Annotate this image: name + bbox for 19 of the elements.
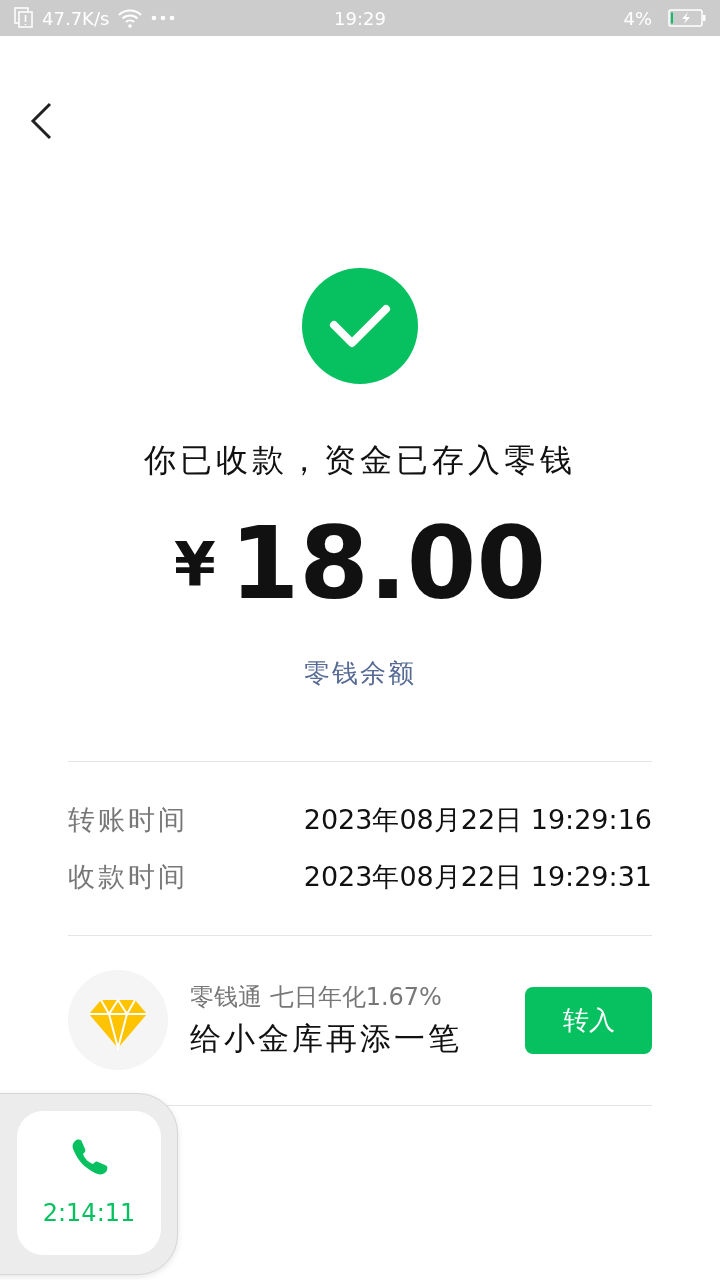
detail-label: 收款时间 (68, 859, 188, 894)
detail-value: 2023年08月22日 19:29:16 (303, 803, 652, 837)
back-icon[interactable] (30, 102, 52, 140)
currency-symbol: ¥ (173, 534, 216, 594)
notification-icon (14, 7, 34, 29)
battery-icon (668, 9, 706, 27)
transfer-in-button[interactable]: 转入 (525, 986, 652, 1054)
detail-label: 转账时间 (68, 803, 188, 837)
promo-title: 给小金库再添一笔 (190, 1018, 463, 1058)
status-message: 你已收款，资金已存入零钱 (144, 440, 576, 481)
amount: 18.00 (229, 514, 547, 614)
promo-subtitle: 零钱通 七日年化1.67% (190, 981, 443, 1013)
floating-call-window[interactable]: 2:14:11 (0, 1093, 178, 1275)
balance-link[interactable]: 零钱余额 (304, 654, 416, 693)
more-icon (151, 15, 176, 21)
detail-value: 2023年08月22日 19:29:31 (303, 859, 652, 894)
success-check-icon (302, 268, 418, 384)
wifi-icon (117, 8, 144, 28)
call-duration: 2:14:11 (42, 1198, 136, 1229)
